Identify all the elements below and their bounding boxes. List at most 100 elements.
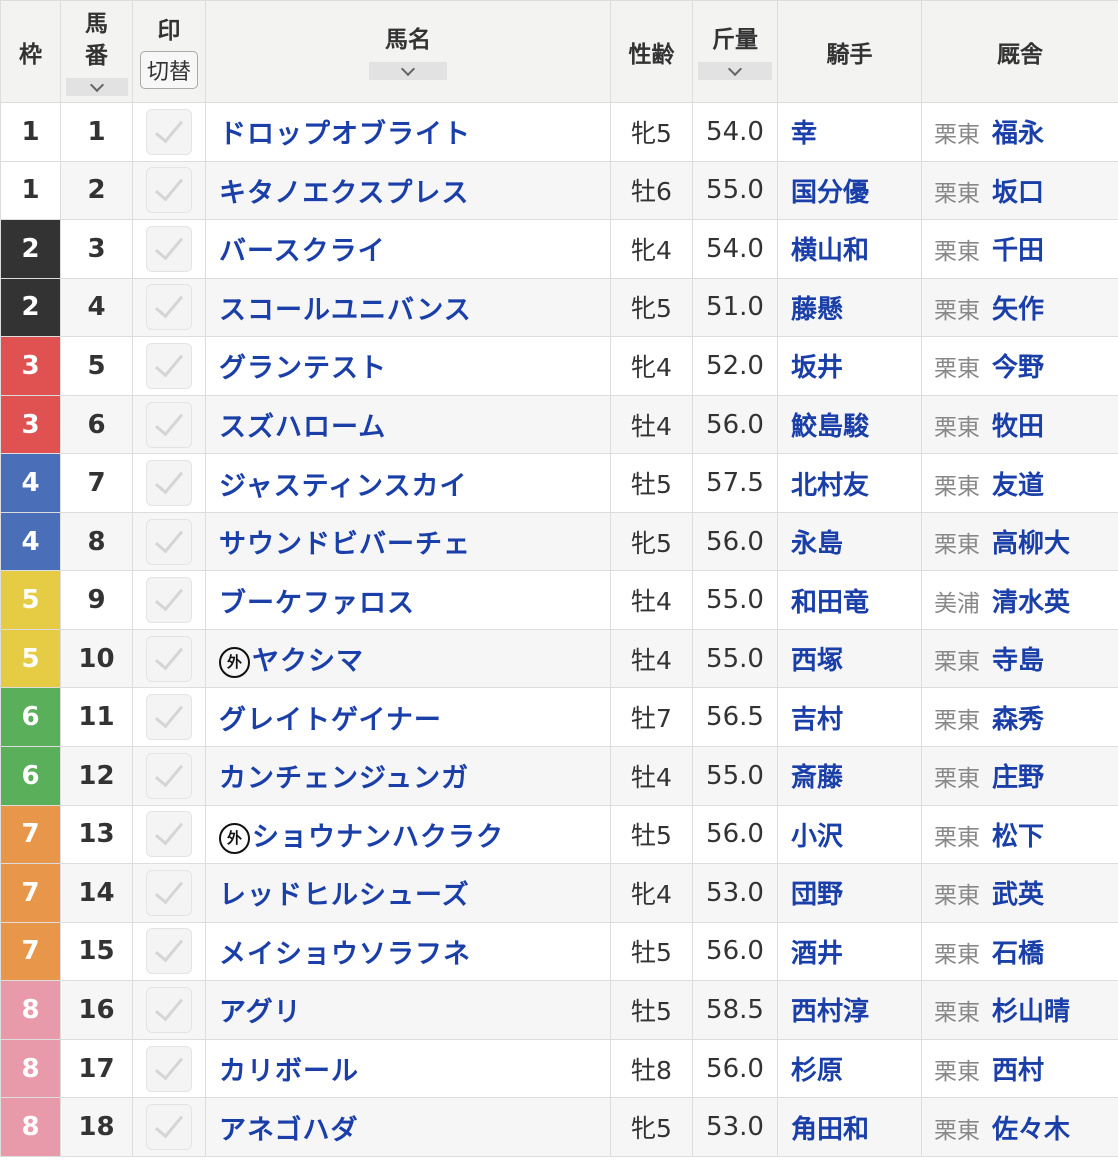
check-icon[interactable] <box>146 928 192 975</box>
table-row[interactable]: 7 15 メイショウソラフネ 牡5 56.0 酒井 栗東 石橋 <box>0 921 1118 982</box>
sort-name-chevron-down-icon[interactable] <box>369 61 447 80</box>
horse-name-cell[interactable]: カリボール <box>205 1038 611 1099</box>
check-icon[interactable] <box>146 518 192 565</box>
table-row[interactable]: 5 9 ブーケファロス 牡4 55.0 和田竜 美浦 清水英 <box>0 570 1118 630</box>
check-icon[interactable] <box>146 342 192 389</box>
horse-name-link[interactable]: キタノエクスプレス <box>219 178 469 209</box>
table-row[interactable]: 6 12 カンチェンジュンガ 牡4 55.0 斎藤 栗東 庄野 <box>0 746 1118 806</box>
table-row[interactable]: 3 5 グランテスト 牝4 52.0 坂井 栗東 今野 <box>0 336 1118 396</box>
trainer-link[interactable]: 福永 <box>992 119 1044 149</box>
check-icon[interactable] <box>146 460 192 507</box>
trainer-link[interactable]: 矢作 <box>992 295 1044 325</box>
horse-name-cell[interactable]: スズハローム <box>205 394 611 455</box>
table-row[interactable]: 3 6 スズハローム 牡4 56.0 鮫島駿 栗東 牧田 <box>0 394 1118 455</box>
trainer-link[interactable]: 石橋 <box>992 939 1044 969</box>
horse-name-cell[interactable]: ジャスティンスカイ <box>205 453 611 513</box>
horse-name-link[interactable]: ショウナンハクラク <box>252 822 504 853</box>
check-icon[interactable] <box>146 108 192 155</box>
horse-name-link[interactable]: スズハローム <box>219 412 386 443</box>
horse-name-cell[interactable]: サウンドビバーチェ <box>205 511 611 572</box>
trainer-link[interactable]: 友道 <box>992 471 1044 501</box>
table-row[interactable]: 8 17 カリボール 牡8 56.0 杉原 栗東 西村 <box>0 1038 1118 1099</box>
trainer-link[interactable]: 千田 <box>992 236 1044 266</box>
check-icon[interactable] <box>146 694 192 741</box>
trainer-link[interactable]: 坂口 <box>992 178 1044 208</box>
trainer-link[interactable]: 清水英 <box>992 588 1070 618</box>
check-icon[interactable] <box>146 1104 192 1151</box>
jockey-link[interactable]: 和田竜 <box>777 570 922 630</box>
horse-name-cell[interactable]: カンチェンジュンガ <box>205 746 611 806</box>
table-row[interactable]: 6 11 グレイトゲイナー 牡7 56.5 吉村 栗東 森秀 <box>0 687 1118 748</box>
trainer-link[interactable]: 佐々木 <box>992 1115 1070 1145</box>
table-row[interactable]: 8 16 アグリ 牡5 58.5 西村淳 栗東 杉山晴 <box>0 980 1118 1040</box>
jockey-link[interactable]: 鮫島駿 <box>777 394 922 455</box>
horse-name-link[interactable]: カンチェンジュンガ <box>219 763 469 794</box>
horse-name-link[interactable]: バースクライ <box>219 236 386 267</box>
header-umaban[interactable]: 馬 番 <box>60 0 133 103</box>
jockey-link[interactable]: 角田和 <box>777 1097 922 1157</box>
jockey-link[interactable]: 西村淳 <box>777 980 922 1040</box>
sort-umaban-chevron-down-icon[interactable] <box>65 77 128 96</box>
check-icon[interactable] <box>146 869 192 916</box>
horse-name-cell[interactable]: アネゴハダ <box>205 1097 611 1157</box>
sort-weight-chevron-down-icon[interactable] <box>698 61 772 80</box>
trainer-link[interactable]: 武英 <box>992 880 1044 910</box>
check-icon[interactable] <box>146 401 192 448</box>
horse-name-link[interactable]: グランテスト <box>219 353 387 384</box>
switch-button[interactable]: 切替 <box>139 50 198 89</box>
horse-name-link[interactable]: サウンドビバーチェ <box>219 529 471 560</box>
horse-name-cell[interactable]: グレイトゲイナー <box>205 687 611 748</box>
horse-name-link[interactable]: スコールユニバンス <box>219 295 472 326</box>
table-row[interactable]: 7 14 レッドヒルシューズ 牝4 53.0 団野 栗東 武英 <box>0 863 1118 923</box>
check-icon[interactable] <box>146 986 192 1033</box>
horse-name-link[interactable]: ブーケファロス <box>219 588 415 619</box>
horse-name-cell[interactable]: ドロップオブライト <box>205 102 611 162</box>
trainer-link[interactable]: 庄野 <box>992 763 1044 793</box>
jockey-link[interactable]: 小沢 <box>777 804 922 865</box>
check-icon[interactable] <box>146 811 192 858</box>
horse-name-cell[interactable]: メイショウソラフネ <box>205 921 611 982</box>
header-name[interactable]: 馬名 <box>205 0 611 103</box>
check-icon[interactable] <box>146 752 192 799</box>
jockey-link[interactable]: 酒井 <box>777 921 922 982</box>
horse-name-link[interactable]: カリボール <box>219 1056 359 1087</box>
trainer-link[interactable]: 西村 <box>992 1056 1044 1086</box>
jockey-link[interactable]: 吉村 <box>777 687 922 748</box>
table-row[interactable]: 5 10 外ヤクシマ 牡4 55.0 西塚 栗東 寺島 <box>0 628 1118 689</box>
jockey-link[interactable]: 横山和 <box>777 219 922 279</box>
trainer-link[interactable]: 杉山晴 <box>992 997 1070 1027</box>
table-row[interactable]: 2 4 スコールユニバンス 牝5 51.0 藤懸 栗東 矢作 <box>0 277 1118 338</box>
jockey-link[interactable]: 杉原 <box>777 1038 922 1099</box>
table-row[interactable]: 8 18 アネゴハダ 牝5 53.0 角田和 栗東 佐々木 <box>0 1097 1118 1157</box>
jockey-link[interactable]: 幸 <box>777 102 922 162</box>
trainer-link[interactable]: 高柳大 <box>992 529 1070 559</box>
jockey-link[interactable]: 北村友 <box>777 453 922 513</box>
horse-name-cell[interactable]: ブーケファロス <box>205 570 611 630</box>
horse-name-cell[interactable]: スコールユニバンス <box>205 277 611 338</box>
horse-name-link[interactable]: メイショウソラフネ <box>219 939 471 970</box>
header-weight[interactable]: 斤量 <box>692 0 778 103</box>
jockey-link[interactable]: 永島 <box>777 511 922 572</box>
check-icon[interactable] <box>146 577 192 624</box>
jockey-link[interactable]: 藤懸 <box>777 277 922 338</box>
horse-name-cell[interactable]: 外ヤクシマ <box>205 628 611 689</box>
table-row[interactable]: 4 7 ジャスティンスカイ 牡5 57.5 北村友 栗東 友道 <box>0 453 1118 513</box>
jockey-link[interactable]: 斎藤 <box>777 746 922 806</box>
horse-name-link[interactable]: ヤクシマ <box>252 646 364 677</box>
horse-name-cell[interactable]: アグリ <box>205 980 611 1040</box>
table-row[interactable]: 2 3 バースクライ 牝4 54.0 横山和 栗東 千田 <box>0 219 1118 279</box>
jockey-link[interactable]: 西塚 <box>777 628 922 689</box>
horse-name-link[interactable]: アネゴハダ <box>219 1115 358 1146</box>
jockey-link[interactable]: 団野 <box>777 863 922 923</box>
trainer-link[interactable]: 森秀 <box>992 705 1044 735</box>
horse-name-link[interactable]: ドロップオブライト <box>219 119 471 150</box>
check-icon[interactable] <box>146 284 192 331</box>
table-row[interactable]: 1 2 キタノエクスプレス 牡6 55.0 国分優 栗東 坂口 <box>0 160 1118 221</box>
check-icon[interactable] <box>146 167 192 214</box>
jockey-link[interactable]: 国分優 <box>777 160 922 221</box>
jockey-link[interactable]: 坂井 <box>777 336 922 396</box>
horse-name-link[interactable]: アグリ <box>219 997 302 1028</box>
trainer-link[interactable]: 今野 <box>992 353 1044 383</box>
horse-name-cell[interactable]: キタノエクスプレス <box>205 160 611 221</box>
horse-name-cell[interactable]: 外ショウナンハクラク <box>205 804 611 865</box>
